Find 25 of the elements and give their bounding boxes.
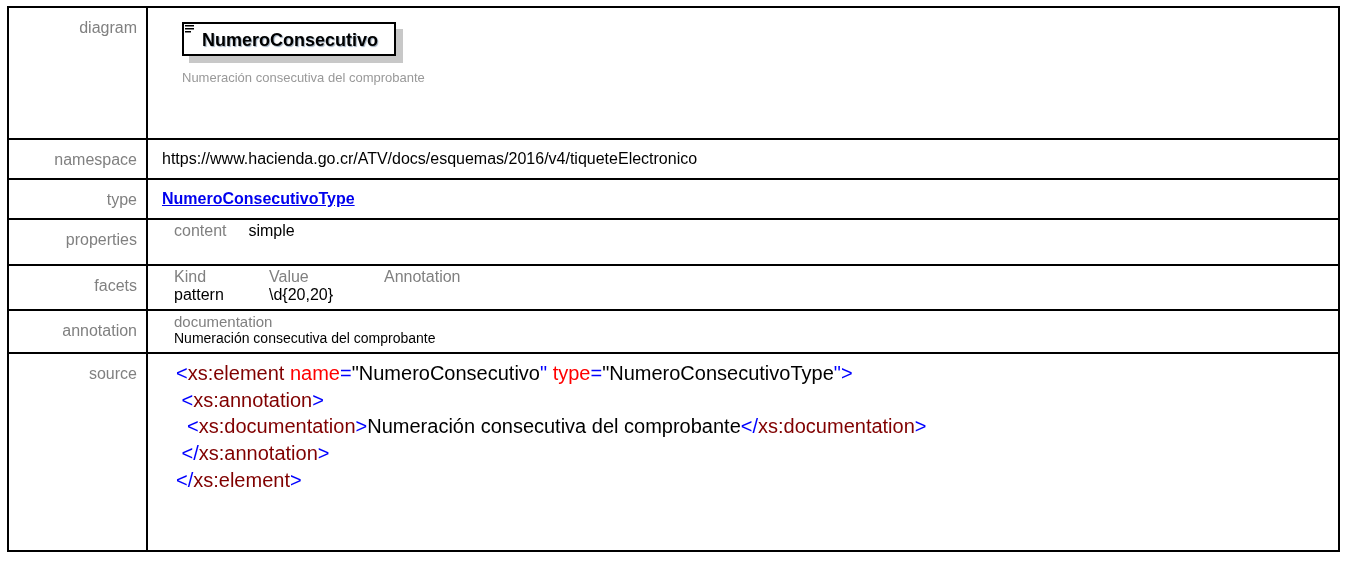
content-lines-icon	[185, 25, 194, 33]
annotation-text: Numeración consecutiva del comprobante	[174, 330, 437, 347]
column-header: Value	[269, 268, 384, 286]
facet-cell: pattern	[174, 285, 269, 304]
row-label: properties	[65, 231, 137, 248]
code-line: <xs:annotation>	[180, 387, 325, 413]
code-line: </xs:annotation>	[180, 440, 331, 466]
column-header: Kind	[174, 268, 269, 286]
row-label: diagram	[79, 19, 137, 36]
type-link[interactable]: NumeroConsecutivoType	[162, 190, 355, 207]
row-label: namespace	[54, 151, 137, 168]
code-line: <xs:element name="NumeroConsecutivo" type="NumeroConsecutivoType">	[176, 361, 854, 387]
row-label: type	[106, 191, 137, 208]
code-line: </xs:element>	[176, 467, 303, 493]
row-label: source	[88, 365, 137, 383]
facet-cell-text: \d{20,20}	[269, 285, 335, 304]
property-name: content	[174, 222, 227, 240]
annotation-heading: documentation	[174, 313, 274, 331]
row-label: facets	[94, 277, 137, 294]
code-line: <xs:documentation>Numeración consecutiva del comprobante</xs:documentation>	[186, 414, 928, 440]
node-caption: Numeración consecutiva del comprobante	[182, 70, 426, 86]
column-header: Annotation	[384, 268, 461, 286]
property-value: simple	[248, 222, 295, 240]
row-label: annotation	[62, 322, 137, 340]
namespace-text: https://www.hacienda.go.cr/ATV/docs/esquemas/2016/v4/tiqueteElectronico	[162, 150, 698, 167]
